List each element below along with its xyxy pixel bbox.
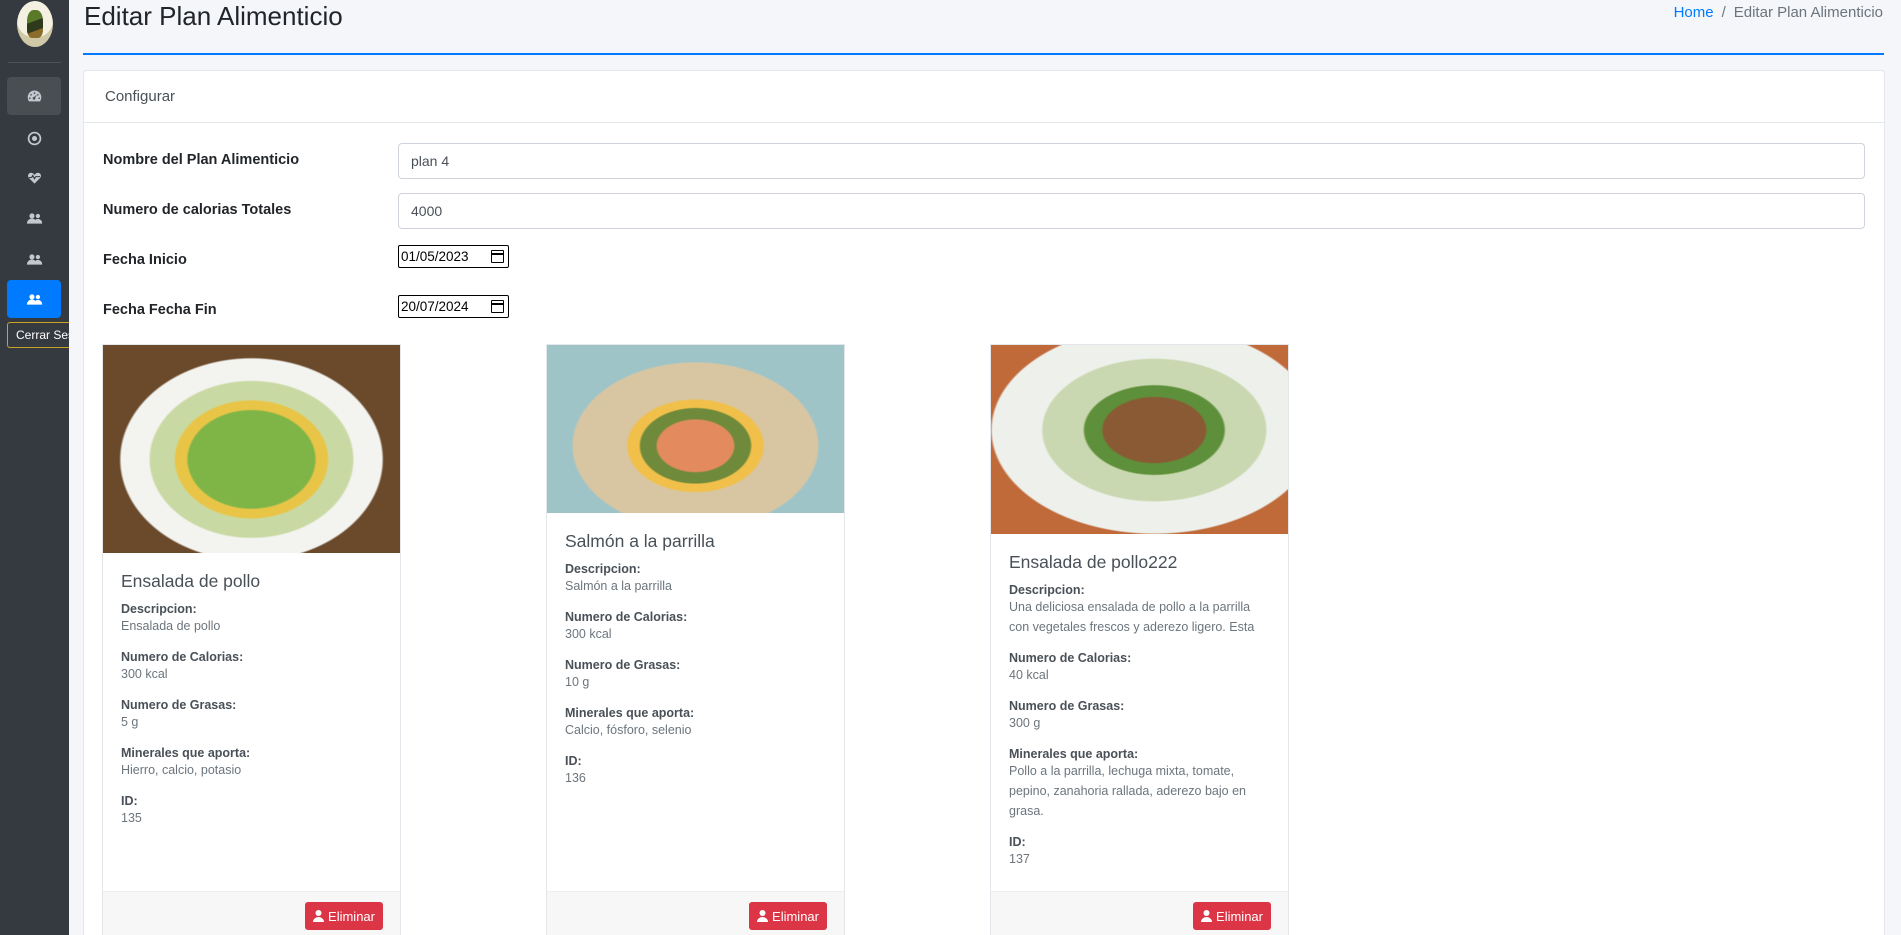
user-icon (1201, 910, 1213, 922)
food-card: Ensalada de pollo Descripcion: Ensalada … (102, 344, 401, 935)
user-icon (313, 910, 325, 922)
calendar-icon[interactable] (491, 250, 504, 263)
calories-value: 300 kcal (565, 627, 612, 641)
fats-value: 5 g (121, 715, 139, 729)
dashboard-icon (27, 90, 41, 101)
description-value: Una deliciosa ensalada de pollo a la par… (1009, 600, 1255, 634)
start-date-label: Fecha Inicio (103, 252, 187, 268)
page-title: Editar Plan Alimenticio (84, 1, 343, 31)
food-card: Ensalada de pollo222 Descripcion: Una de… (990, 344, 1289, 935)
delete-button[interactable]: Eliminar (749, 902, 827, 930)
plan-name-input[interactable]: plan 4 (398, 143, 1865, 179)
minerals-value: Pollo a la parrilla, lechuga mixta, toma… (1009, 764, 1246, 818)
sidebar-item-users-1[interactable] (7, 199, 61, 237)
calories-label: Numero de Calorias: (1009, 651, 1132, 665)
breadcrumb-separator: / (1721, 4, 1726, 21)
food-image-salad (103, 345, 400, 553)
card-footer: Eliminar (991, 891, 1288, 935)
user-icon (757, 910, 769, 922)
circle-icon (27, 131, 41, 145)
food-image-chicken-salad (991, 345, 1288, 534)
id-value: 135 (121, 811, 142, 825)
fats-label: Numero de Grasas: (121, 698, 237, 712)
calendar-icon[interactable] (491, 300, 504, 313)
food-name: Ensalada de pollo222 (1009, 552, 1178, 572)
minerals-label: Minerales que aporta: (565, 706, 695, 720)
heartbeat-icon (26, 171, 42, 185)
card-footer: Eliminar (103, 891, 400, 935)
sidebar-item-health[interactable] (7, 158, 61, 196)
id-value: 136 (565, 771, 586, 785)
description-value: Salmón a la parrilla (565, 579, 672, 593)
description-value: Ensalada de pollo (121, 619, 221, 633)
card-header: Configurar (84, 71, 1884, 123)
plan-name-label: Nombre del Plan Alimenticio (103, 152, 300, 168)
food-image-salmon (547, 345, 844, 513)
fats-value: 10 g (565, 675, 590, 689)
card-footer: Eliminar (547, 891, 844, 935)
id-value: 137 (1009, 852, 1030, 866)
breadcrumb: Home / Editar Plan Alimenticio (1674, 4, 1883, 21)
breadcrumb-current: Editar Plan Alimenticio (1733, 4, 1883, 21)
delete-button[interactable]: Eliminar (305, 902, 383, 930)
brand-logo[interactable] (17, 1, 53, 47)
users-icon (26, 293, 42, 305)
delete-button-label: Eliminar (772, 908, 819, 924)
users-icon (26, 212, 42, 224)
calories-input[interactable]: 4000 (398, 193, 1865, 229)
sidebar-divider (8, 62, 61, 63)
edit-plan-card: Configurar Nombre del Plan Alimenticio p… (83, 70, 1885, 935)
description-label: Descripcion: (1009, 583, 1085, 597)
sidebar: Cerrar Sesión (0, 0, 69, 935)
fats-value: 300 g (1009, 716, 1041, 730)
sidebar-item-dashboard[interactable] (7, 77, 61, 115)
delete-button[interactable]: Eliminar (1193, 902, 1271, 930)
sidebar-item-circle[interactable] (7, 119, 61, 157)
food-card: Salmón a la parrilla Descripcion: Salmón… (546, 344, 845, 935)
end-date-input[interactable]: 20/07/2024 (398, 295, 509, 318)
calories-value: 40 kcal (1009, 668, 1049, 682)
description-label: Descripcion: (121, 602, 197, 616)
delete-button-label: Eliminar (328, 908, 375, 924)
calories-label: Numero de Calorias: (565, 610, 688, 624)
calories-value: 300 kcal (121, 667, 168, 681)
delete-button-label: Eliminar (1216, 908, 1263, 924)
sidebar-item-users-3[interactable] (7, 280, 61, 318)
description-label: Descripcion: (565, 562, 641, 576)
breadcrumb-home-link[interactable]: Home (1674, 4, 1714, 21)
food-name: Salmón a la parrilla (565, 531, 715, 551)
calories-label: Numero de Calorias: (121, 650, 244, 664)
sidebar-item-users-2[interactable] (7, 240, 61, 278)
minerals-value: Calcio, fósforo, selenio (565, 723, 692, 737)
fats-label: Numero de Grasas: (1009, 699, 1125, 713)
calories-label: Numero de calorias Totales (103, 202, 292, 218)
id-label: ID: (1009, 835, 1026, 849)
fats-label: Numero de Grasas: (565, 658, 681, 672)
id-label: ID: (565, 754, 582, 768)
users-icon (26, 253, 42, 265)
logout-tooltip[interactable]: Cerrar Sesión (7, 322, 69, 348)
id-label: ID: (121, 794, 138, 808)
start-date-input[interactable]: 01/05/2023 (398, 245, 509, 268)
minerals-label: Minerales que aporta: (121, 746, 251, 760)
start-date-value: 01/05/2023 (401, 249, 469, 264)
end-date-value: 20/07/2024 (401, 299, 469, 314)
end-date-label: Fecha Fecha Fin (103, 302, 217, 318)
minerals-value: Hierro, calcio, potasio (121, 763, 242, 777)
header-divider (83, 53, 1884, 55)
food-name: Ensalada de pollo (121, 571, 261, 591)
minerals-label: Minerales que aporta: (1009, 747, 1139, 761)
